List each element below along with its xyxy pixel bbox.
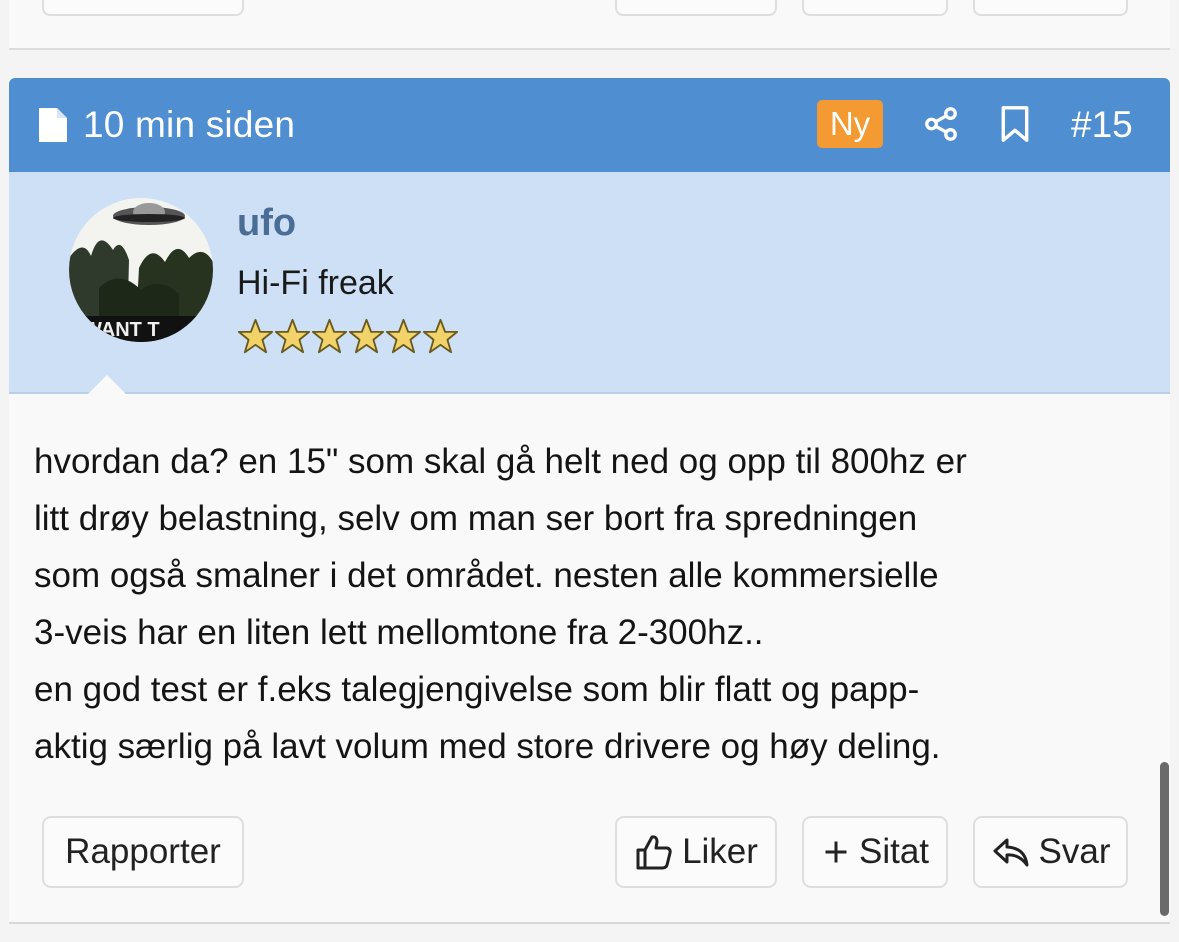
post-number-link[interactable]: #15 [1071,78,1133,172]
message-line: 3-veis har en liten lett mellomtone fra … [34,613,764,652]
post-header: 10 min siden Ny #15 [9,78,1170,172]
previous-post-footer [9,0,1170,50]
page: 10 min siden Ny #15 WANT T ufo Hi-Fi fre… [0,0,1179,942]
plus-icon [825,841,847,863]
user-title: Hi-Fi freak [237,264,394,302]
star-icon [348,318,385,354]
user-panel: WANT T ufo Hi-Fi freak [9,172,1170,394]
star-icon [237,318,274,354]
message-line: litt drøy belastning, selv om man ser bo… [34,499,918,538]
quote-label: Sitat [858,832,930,871]
share-icon [925,107,957,141]
new-badge: Ny [817,100,883,148]
previous-reply-button[interactable] [973,0,1128,16]
bookmark-icon [1001,106,1029,142]
bookmark-button[interactable] [995,102,1035,146]
report-button[interactable]: Rapporter [42,816,244,888]
scrollbar[interactable] [1160,762,1169,916]
previous-report-button[interactable] [42,0,244,16]
previous-quote-button[interactable] [802,0,948,16]
like-label: Liker [682,832,758,871]
like-button[interactable]: Liker [615,816,777,888]
message-line: aktig særlig på lavt volum med store dri… [34,727,941,766]
thumbs-up-icon [636,835,672,870]
reply-label: Svar [1038,832,1111,871]
previous-like-button[interactable] [615,0,777,16]
quote-button[interactable]: Sitat [802,816,948,888]
message-line: hvordan da? en 15" som skal gå helt ned … [34,442,967,481]
user-rank-stars [237,318,459,355]
username[interactable]: ufo [237,202,296,245]
report-label: Rapporter [65,832,221,871]
message-line: en god test er f.eks talegjengivelse som… [34,670,920,709]
star-icon [311,318,348,354]
document-icon [39,108,67,142]
forum-post: 10 min siden Ny #15 WANT T ufo Hi-Fi fre… [9,78,1170,924]
post-time: 10 min siden [83,104,296,145]
post-actions: Rapporter Liker Sitat Svar [9,816,1170,892]
post-message: hvordan da? en 15" som skal gå helt ned … [34,433,1154,775]
message-line: som også smalner i det området. nesten a… [34,556,939,595]
avatar-text: WANT T [83,319,160,341]
reply-arrow-icon [993,838,1029,867]
star-icon [385,318,422,354]
post-timestamp[interactable]: 10 min siden [37,78,295,172]
star-icon [422,318,459,354]
panel-pointer [85,375,129,397]
star-icon [274,318,311,354]
share-button[interactable] [921,102,961,146]
reply-button[interactable]: Svar [973,816,1128,888]
avatar[interactable]: WANT T [69,198,213,342]
ufo-avatar-image: WANT T [69,198,213,342]
